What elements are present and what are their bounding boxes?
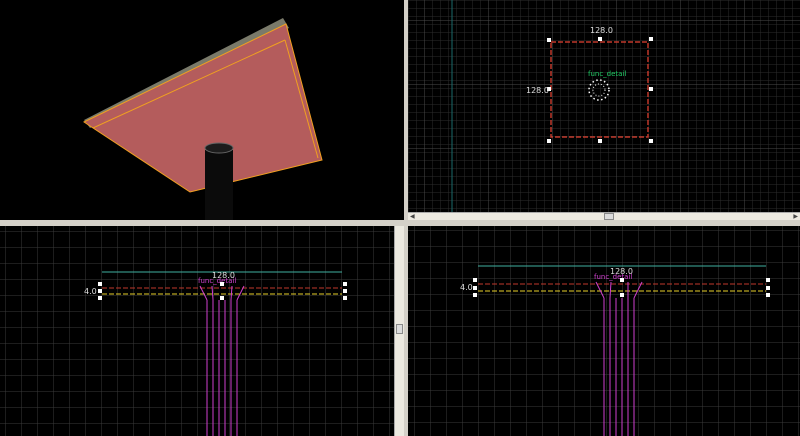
height-dimension: 4.0 (84, 287, 97, 296)
top-viewport[interactable]: func_detail 128.0 128.0 (408, 0, 800, 212)
entity-label: func_detail (588, 70, 626, 78)
entity-label: func_detail (198, 277, 236, 285)
slab-face (82, 23, 323, 193)
scroll-thumb[interactable] (396, 324, 403, 334)
scroll-left-icon[interactable]: ◀ (410, 213, 415, 220)
front-vertical-scrollbar[interactable] (394, 226, 404, 436)
entity-label: func_detail (594, 273, 632, 281)
scroll-thumb[interactable] (604, 213, 614, 220)
scroll-right-icon[interactable]: ▶ (793, 213, 798, 220)
height-dimension: 4.0 (460, 283, 473, 292)
top-grid: func_detail 128.0 128.0 (408, 0, 800, 212)
height-dimension: 128.0 (526, 86, 549, 95)
side-viewport[interactable]: 128.0 4.0 func_detail (408, 226, 800, 436)
camera-scene (82, 18, 323, 220)
front-grid: 128.0 4.0 func_detail (0, 226, 394, 436)
width-dimension: 128.0 (590, 26, 613, 35)
camera-viewport[interactable] (0, 0, 404, 220)
front-viewport[interactable]: 128.0 4.0 func_detail (0, 226, 394, 436)
side-grid: 128.0 4.0 func_detail (408, 226, 800, 436)
top-horizontal-scrollbar[interactable]: ◀ ▶ (408, 212, 800, 220)
